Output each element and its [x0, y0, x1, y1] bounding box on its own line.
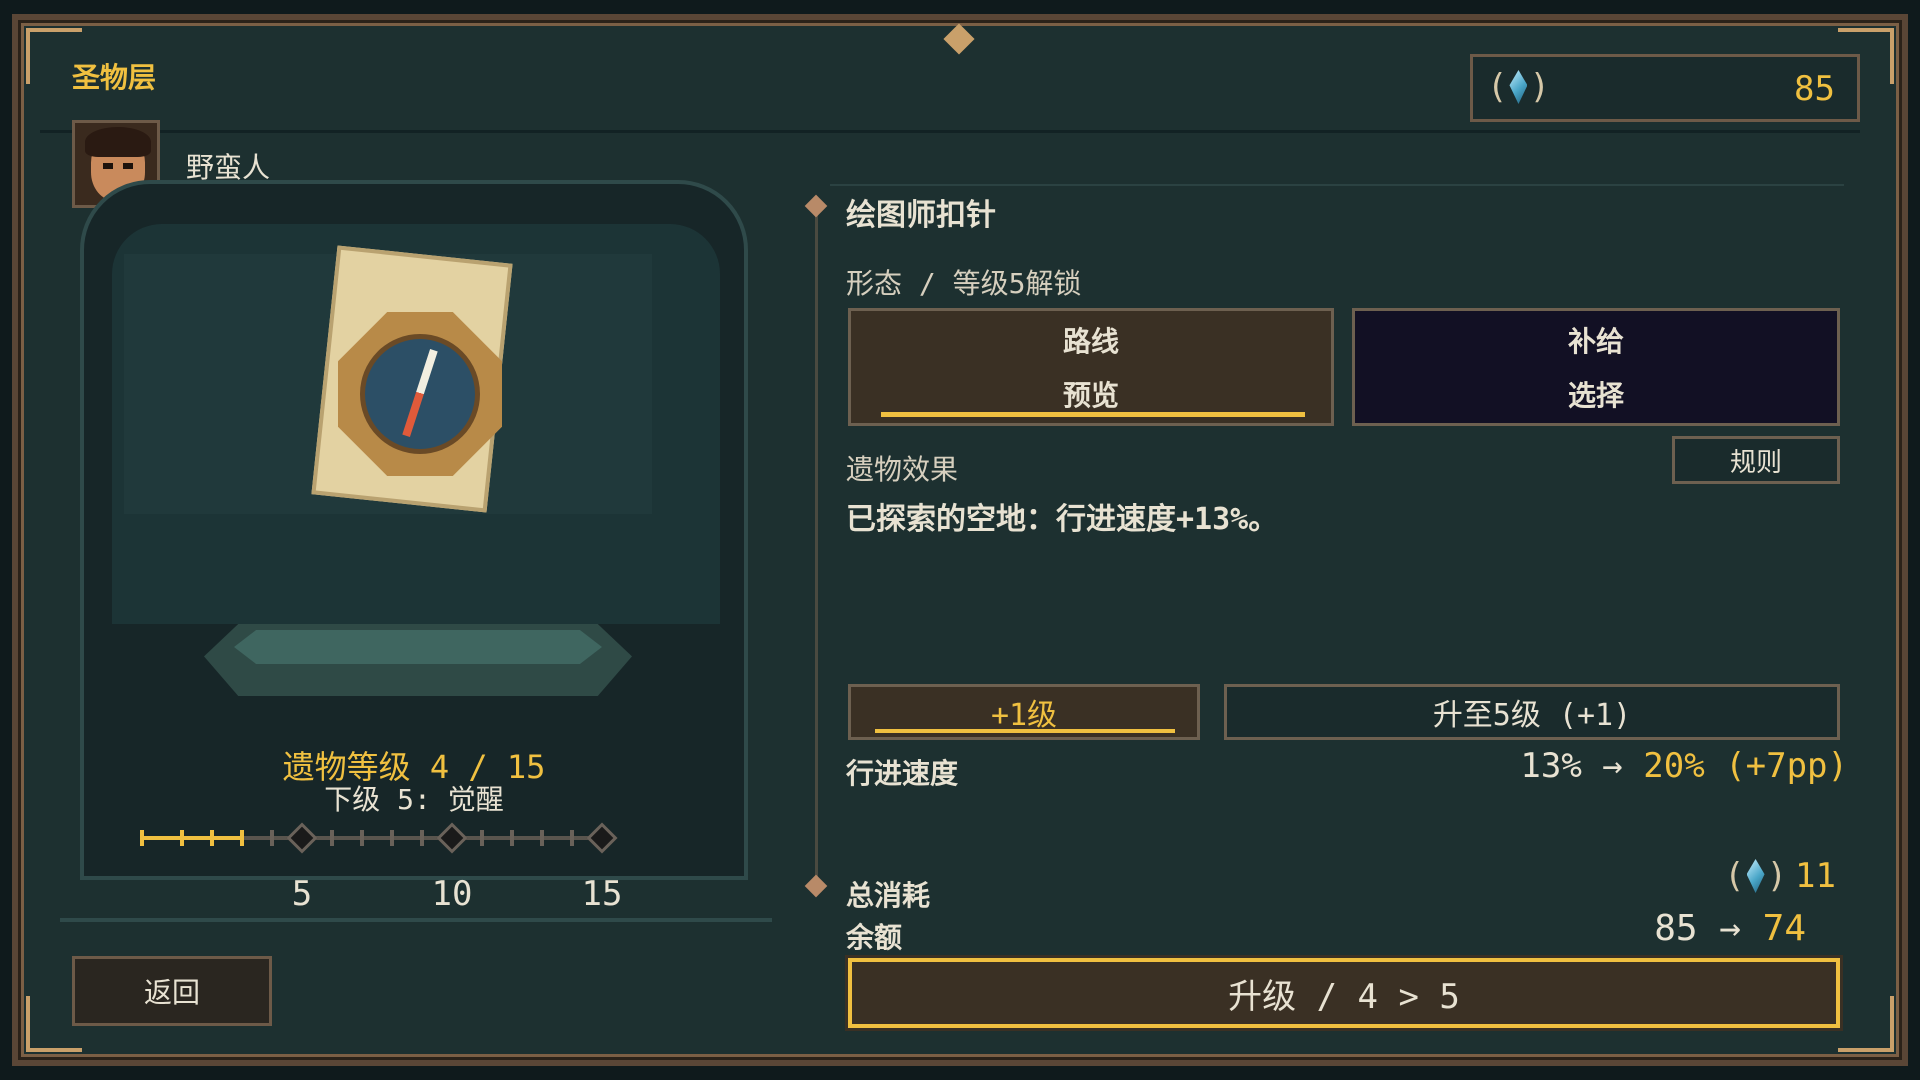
level-tick — [360, 830, 364, 846]
track-filled — [142, 836, 242, 840]
level-tick — [270, 830, 274, 846]
level-tick — [390, 830, 394, 846]
plus-one-level-button[interactable]: +1级 — [848, 684, 1200, 740]
level-tick — [330, 830, 334, 846]
milestone-node-icon — [586, 822, 618, 854]
effect-description: 已探索的空地：行进速度+13%。 — [846, 502, 1279, 537]
total-cost: () 11 — [1724, 856, 1836, 896]
remaining-label: 余额 — [846, 921, 903, 954]
next-level-info: 下级 5: 觉醒 — [324, 783, 504, 816]
stat-from: 13% — [1520, 746, 1582, 786]
stat-to: 20% — [1643, 746, 1705, 786]
detail-vertical-line — [815, 206, 818, 886]
milestone-node-icon — [286, 822, 318, 854]
currency-display: () 85 — [1470, 54, 1860, 122]
route-preview-button[interactable]: 路线 预览 — [848, 308, 1334, 426]
upgrade-to-level-button[interactable]: 升至5级 (+1) — [1224, 684, 1840, 740]
milestone-label: 15 — [581, 874, 623, 914]
level-tick — [140, 830, 144, 846]
level-tick — [420, 830, 424, 846]
level-tick — [540, 830, 544, 846]
level-track: 5 10 15 — [140, 822, 702, 914]
detail-top-rule — [830, 184, 1844, 186]
rules-button[interactable]: 规则 — [1672, 436, 1840, 484]
milestone-label: 5 — [291, 874, 313, 914]
crystal-icon: () — [1724, 856, 1788, 896]
back-button[interactable]: 返回 — [72, 956, 272, 1026]
form-unlock-line: 形态 / 等级5解锁 — [846, 267, 1082, 300]
currency-value: 85 — [1794, 69, 1835, 109]
arrow-icon: → — [1719, 908, 1741, 949]
left-divider — [60, 918, 772, 922]
effect-title: 遗物效果 — [846, 453, 959, 486]
remaining-from: 85 — [1654, 908, 1698, 949]
remaining-to: 74 — [1762, 908, 1806, 949]
level-tick — [180, 830, 184, 846]
level-tick — [570, 830, 574, 846]
upgrade-button[interactable]: 升级 / 4 > 5 — [845, 955, 1843, 1031]
level-tick — [480, 830, 484, 846]
stat-label: 行进速度 — [846, 757, 959, 790]
supply-subtitle: 选择 — [1567, 379, 1624, 412]
supply-title: 补给 — [1567, 325, 1624, 358]
level-tick — [210, 830, 214, 846]
supply-select-button[interactable]: 补给 选择 — [1352, 308, 1840, 426]
relic-display-case: 遗物等级 4 / 15 下级 5: 觉醒 5 10 15 — [80, 180, 748, 914]
header-divider — [40, 130, 1860, 133]
level-tick — [510, 830, 514, 846]
level-tick — [240, 830, 244, 846]
remaining-change: 85 → 74 — [1654, 908, 1806, 949]
crystal-icon: () — [1487, 67, 1550, 107]
total-cost-label: 总消耗 — [846, 879, 931, 912]
compass-relic-icon — [311, 245, 524, 514]
route-subtitle: 预览 — [1062, 379, 1119, 412]
milestone-node-icon — [436, 822, 468, 854]
selected-underline — [875, 729, 1175, 733]
stat-delta: (+7pp) — [1725, 746, 1848, 786]
route-title: 路线 — [1062, 325, 1119, 358]
arrow-icon: → — [1602, 746, 1623, 786]
selected-underline — [881, 412, 1305, 417]
milestone-label: 10 — [431, 874, 473, 914]
frame-corner — [1838, 996, 1894, 1052]
total-cost-value: 11 — [1795, 856, 1836, 896]
screen-title: 圣物层 — [72, 61, 157, 94]
relic-name: 绘图师扣针 — [846, 198, 996, 233]
stat-change: 13% → 20% (+7pp) — [1520, 746, 1848, 786]
plus-one-label: +1级 — [990, 698, 1058, 733]
